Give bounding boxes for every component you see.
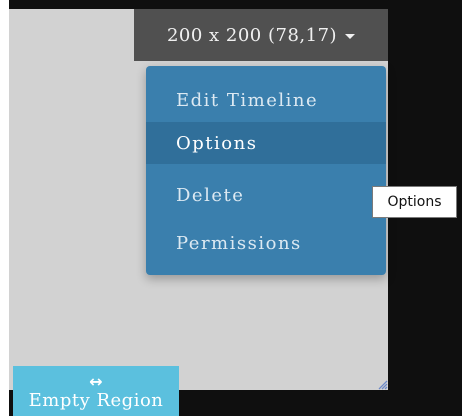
menu-item-permissions[interactable]: Permissions bbox=[146, 222, 386, 264]
tooltip-text: Options bbox=[387, 194, 442, 210]
region-size-label: 200 x 200 (78,17) bbox=[166, 24, 338, 46]
menu-item-delete[interactable]: Delete bbox=[146, 174, 386, 216]
move-horizontal-icon[interactable]: ↔ bbox=[13, 366, 179, 390]
region-name-tab[interactable]: ↔ Empty Region bbox=[13, 366, 179, 416]
menu-item-label: Options bbox=[176, 132, 258, 154]
menu-item-label: Edit Timeline bbox=[176, 89, 319, 111]
region-options-menu: Edit Timeline Options Delete Permissions bbox=[146, 66, 386, 275]
page-edge bbox=[0, 0, 9, 416]
region-name-label: Empty Region bbox=[28, 390, 164, 411]
region-options-dropdown[interactable]: 200 x 200 (78,17) bbox=[134, 9, 388, 61]
menu-item-label: Delete bbox=[176, 184, 245, 206]
designer-canvas: 200 x 200 (78,17) Edit Timeline Options … bbox=[0, 0, 462, 416]
menu-item-edit-timeline[interactable]: Edit Timeline bbox=[146, 79, 386, 121]
menu-item-options[interactable]: Options bbox=[146, 122, 386, 164]
options-tooltip: Options bbox=[372, 186, 457, 218]
menu-item-label: Permissions bbox=[176, 232, 302, 254]
resize-handle-icon[interactable] bbox=[378, 380, 388, 390]
caret-down-icon bbox=[345, 34, 356, 39]
